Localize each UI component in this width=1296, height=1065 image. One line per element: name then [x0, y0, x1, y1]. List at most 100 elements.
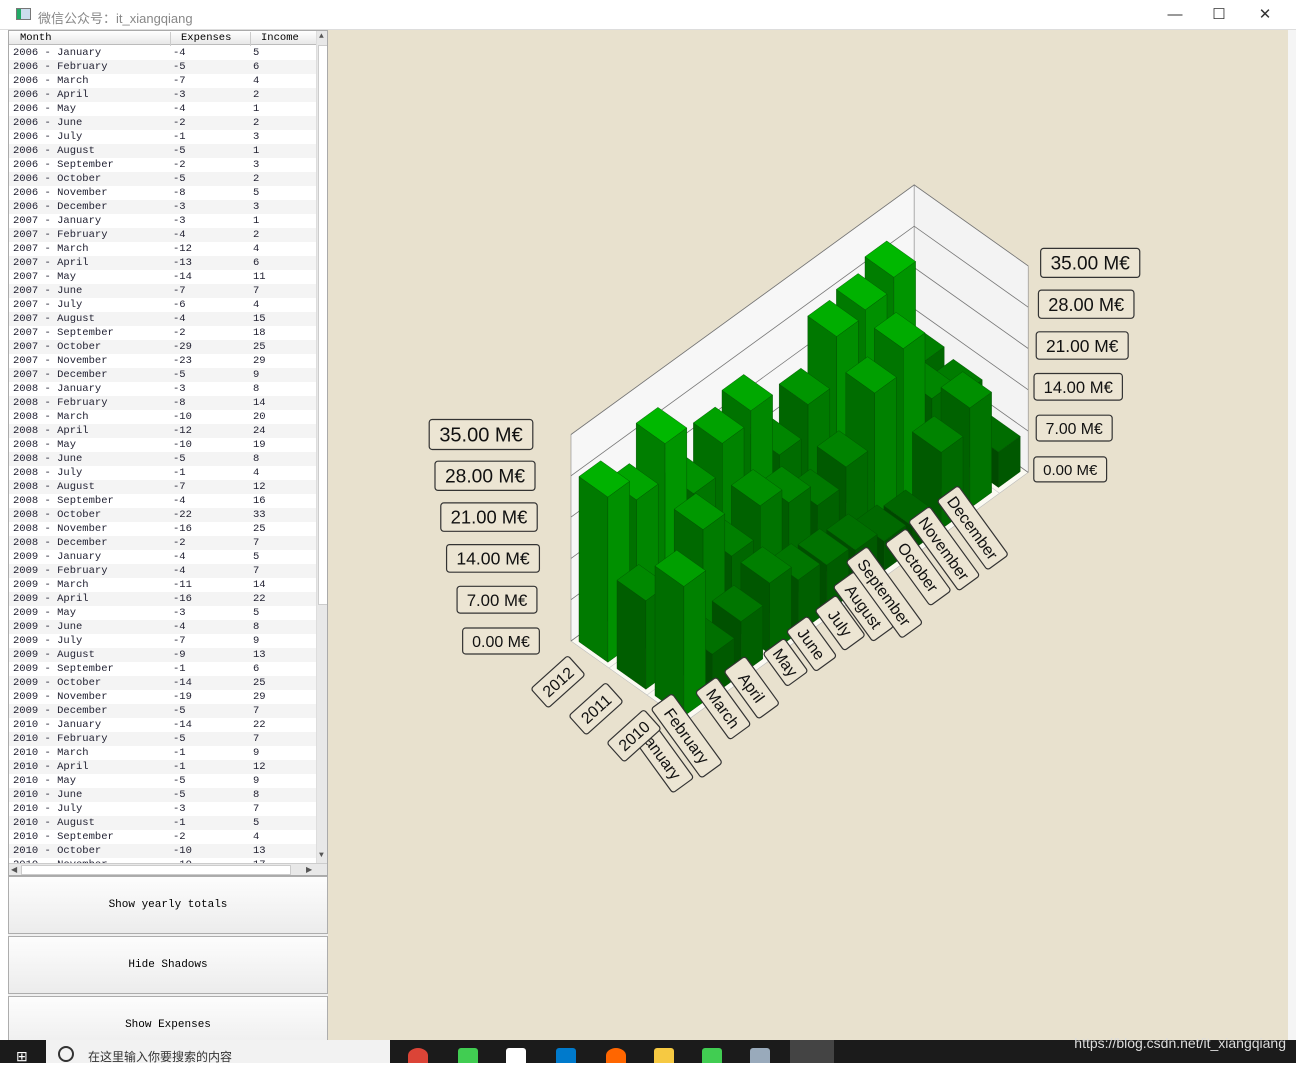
maximize-button[interactable]: ☐ [1199, 4, 1239, 26]
table-row[interactable]: 2009 - December -5 7 [9, 704, 316, 718]
table-row[interactable]: 2010 - March -1 9 [9, 746, 316, 760]
scroll-down-icon[interactable]: ▼ [319, 851, 324, 860]
table-row[interactable]: 2009 - June -4 8 [9, 620, 316, 634]
expenses-cell: -6 [173, 299, 186, 311]
month-cell: 2006 - August [13, 145, 95, 157]
table-row[interactable]: 2009 - May -3 5 [9, 606, 316, 620]
month-cell: 2007 - February [13, 229, 108, 241]
value-axis-label-left-text: 14.00 M€ [456, 549, 530, 569]
table-row[interactable]: 2010 - September -2 4 [9, 830, 316, 844]
table-row[interactable]: 2009 - October -14 25 [9, 676, 316, 690]
chrome-icon[interactable] [408, 1048, 428, 1063]
table-row[interactable]: 2008 - June -5 8 [9, 452, 316, 466]
month-cell: 2010 - March [13, 747, 89, 759]
table-row[interactable]: 2009 - February -4 7 [9, 564, 316, 578]
minimize-button[interactable]: — [1155, 4, 1195, 26]
table-row[interactable]: 2007 - February -4 2 [9, 228, 316, 242]
table-row[interactable]: 2006 - November -8 5 [9, 186, 316, 200]
table-row[interactable]: 2008 - September -4 16 [9, 494, 316, 508]
column-header-expenses[interactable]: Expenses [181, 32, 231, 44]
app-window-icon[interactable] [750, 1048, 770, 1063]
table-row[interactable]: 2006 - December -3 3 [9, 200, 316, 214]
table-row[interactable]: 2010 - May -5 9 [9, 774, 316, 788]
table-row[interactable]: 2008 - April -12 24 [9, 424, 316, 438]
qt-creator-icon[interactable] [458, 1048, 478, 1063]
table-row[interactable]: 2009 - January -4 5 [9, 550, 316, 564]
table-row[interactable]: 2008 - December -2 7 [9, 536, 316, 550]
qt-icon[interactable] [702, 1048, 722, 1063]
table-row[interactable]: 2007 - December -5 9 [9, 368, 316, 382]
table-row[interactable]: 2006 - July -1 3 [9, 130, 316, 144]
table-row[interactable]: 2008 - August -7 12 [9, 480, 316, 494]
expenses-cell: -13 [173, 257, 192, 269]
table-row[interactable]: 2007 - March -12 4 [9, 242, 316, 256]
column-header-month[interactable]: Month [20, 32, 52, 44]
table-row[interactable]: 2007 - October -29 25 [9, 340, 316, 354]
expenses-cell: -10 [173, 845, 192, 857]
windows-start-icon[interactable]: ⊞ [16, 1048, 28, 1065]
taskbar-search-input[interactable]: 在这里输入你要搜索的内容 [46, 1040, 390, 1063]
table-row[interactable]: 2008 - February -8 14 [9, 396, 316, 410]
month-cell: 2010 - July [13, 803, 83, 815]
income-cell: 22 [253, 593, 266, 605]
table-row[interactable]: 2007 - June -7 7 [9, 284, 316, 298]
scrollbar-thumb[interactable] [21, 865, 291, 875]
value-axis-label-right-text: 35.00 M€ [1051, 254, 1131, 275]
file-explorer-icon[interactable] [654, 1048, 674, 1063]
expenses-cell: -8 [173, 187, 186, 199]
table-row[interactable]: 2006 - February -5 6 [9, 60, 316, 74]
scroll-right-icon[interactable]: ▶ [306, 865, 312, 875]
table-row[interactable]: 2007 - May -14 11 [9, 270, 316, 284]
table-row[interactable]: 2006 - September -2 3 [9, 158, 316, 172]
table-row[interactable]: 2008 - July -1 4 [9, 466, 316, 480]
table-row[interactable]: 2010 - January -14 22 [9, 718, 316, 732]
table-row[interactable]: 2008 - May -10 19 [9, 438, 316, 452]
table-row[interactable]: 2007 - January -3 1 [9, 214, 316, 228]
table-row[interactable]: 2007 - November -23 29 [9, 354, 316, 368]
vertical-scrollbar[interactable]: ▲ ▼ [316, 31, 327, 863]
chart-canvas[interactable]: 0.00 M€ 0.00 M€ 7.00 M€ 7.00 M€ 14.00 M€ 14.0… [328, 30, 1288, 1040]
table-row[interactable]: 2007 - July -6 4 [9, 298, 316, 312]
table-row[interactable]: 2007 - September -2 18 [9, 326, 316, 340]
table-row[interactable]: 2010 - August -1 5 [9, 816, 316, 830]
table-row[interactable]: 2010 - June -5 8 [9, 788, 316, 802]
horizontal-scrollbar[interactable]: ◀ ▶ [9, 863, 327, 875]
table-row[interactable]: 2009 - July -7 9 [9, 634, 316, 648]
table-row[interactable]: 2006 - October -5 2 [9, 172, 316, 186]
scrollbar-thumb[interactable] [318, 45, 327, 605]
table-row[interactable]: 2007 - August -4 15 [9, 312, 316, 326]
table-row[interactable]: 2010 - October -10 13 [9, 844, 316, 858]
table-row[interactable]: 2006 - May -4 1 [9, 102, 316, 116]
bar-chart-3d[interactable]: 0.00 M€ 0.00 M€ 7.00 M€ 7.00 M€ 14.00 M€ 14.0… [328, 30, 1288, 1040]
table-row[interactable]: 2006 - March -7 4 [9, 74, 316, 88]
table-row[interactable]: 2010 - July -3 7 [9, 802, 316, 816]
column-header-income[interactable]: Income [261, 32, 299, 44]
app-icon[interactable] [606, 1048, 626, 1063]
wechat-icon[interactable] [790, 1040, 834, 1063]
close-button[interactable]: ✕ [1245, 4, 1285, 26]
table-row[interactable]: 2009 - September -1 6 [9, 662, 316, 676]
table-row[interactable]: 2009 - April -16 22 [9, 592, 316, 606]
data-table[interactable]: Month Expenses Income 2006 - January -4 5 2… [8, 30, 328, 876]
scroll-up-icon[interactable]: ▲ [319, 32, 324, 41]
app-icon[interactable] [506, 1048, 526, 1063]
table-row[interactable]: 2008 - January -3 8 [9, 382, 316, 396]
table-row[interactable]: 2008 - October -22 33 [9, 508, 316, 522]
table-row[interactable]: 2007 - April -13 6 [9, 256, 316, 270]
table-row[interactable]: 2010 - February -5 7 [9, 732, 316, 746]
hide-shadows-button[interactable]: Hide Shadows [8, 936, 328, 994]
scroll-left-icon[interactable]: ◀ [11, 865, 17, 875]
table-row[interactable]: 2009 - March -11 14 [9, 578, 316, 592]
table-row[interactable]: 2008 - March -10 20 [9, 410, 316, 424]
table-row[interactable]: 2006 - June -2 2 [9, 116, 316, 130]
table-row[interactable]: 2009 - November -19 29 [9, 690, 316, 704]
table-row[interactable]: 2006 - January -4 5 [9, 46, 316, 60]
table-row[interactable]: 2010 - April -1 12 [9, 760, 316, 774]
table-row[interactable]: 2006 - August -5 1 [9, 144, 316, 158]
vscode-icon[interactable] [556, 1048, 576, 1063]
table-row[interactable]: 2006 - April -3 2 [9, 88, 316, 102]
value-axis-label-right: 7.00 M€ [1035, 414, 1113, 442]
show-yearly-totals-button[interactable]: Show yearly totals [8, 876, 328, 934]
table-row[interactable]: 2008 - November -16 25 [9, 522, 316, 536]
table-row[interactable]: 2009 - August -9 13 [9, 648, 316, 662]
